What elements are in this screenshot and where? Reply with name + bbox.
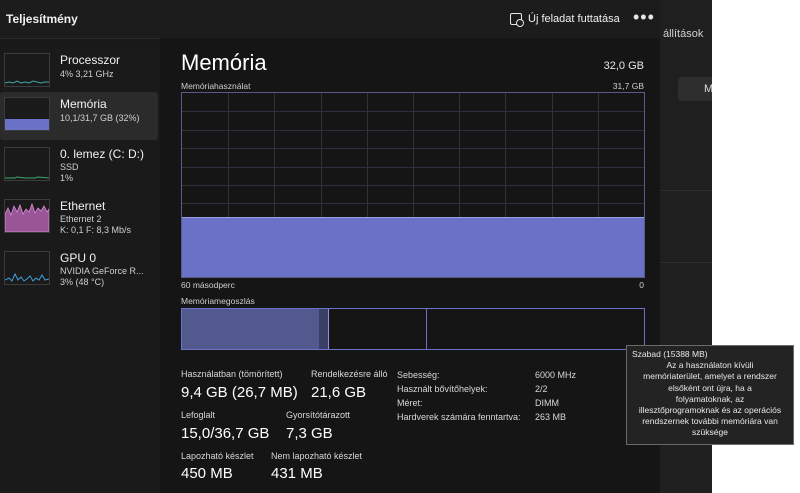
committed-value: 15,0/36,7 GB [181, 425, 270, 442]
cached-label: Gyorsítótárazott [286, 410, 351, 420]
sidebar-item-label: Ethernet [60, 199, 106, 213]
sidebar-item-label: Memória [60, 97, 107, 111]
detail-value-slots: 2/2 [535, 384, 548, 394]
in-use-value: 9,4 GB (26,7 MB) [181, 384, 298, 401]
composition-in-use[interactable] [182, 309, 320, 349]
sidebar-item-detail: K: 0,1 F: 8,3 Mb/s [60, 225, 132, 235]
memory-usage-graph [181, 92, 645, 278]
detail-key-form-factor: Méret: [397, 398, 423, 408]
available-label: Rendelkezésre álló [311, 369, 388, 379]
sidebar-item-gpu[interactable]: GPU 0 NVIDIA GeForce R... 3% (48 °C) [0, 246, 158, 294]
sidebar-item-label: GPU 0 [60, 251, 97, 265]
available-value: 21,6 GB [311, 384, 367, 401]
sidebar-item-memory[interactable]: Memória 10,1/31,7 GB (32%) [0, 92, 158, 140]
sidebar-item-detail: SSD [60, 162, 79, 172]
tooltip-title: Szabad (15388 MB) [632, 349, 708, 359]
background-button: M [678, 77, 712, 101]
detail-value-hardware-reserved: 263 MB [535, 412, 567, 422]
ethernet-thumbnail-graph [4, 199, 50, 233]
more-options-icon[interactable]: ••• [633, 8, 655, 26]
memory-panel: Memória 32,0 GB Memóriahasználat 31,7 GB… [160, 38, 660, 493]
detail-value-form-factor: DIMM [535, 398, 559, 408]
tooltip-line: Az a használaton kívüli [666, 360, 754, 371]
gpu-thumbnail-graph [4, 251, 50, 285]
background-settings-text: állítások [663, 28, 704, 40]
disk-thumbnail-graph [4, 147, 50, 181]
run-task-icon [510, 13, 524, 27]
tooltip-line: folyamatoknak, az [675, 393, 745, 404]
paged-pool-value: 450 MB [181, 465, 233, 482]
tooltip-line: rendszernek további memóriára van [642, 416, 778, 427]
sidebar-item-detail: 3% (48 °C) [60, 277, 105, 287]
sidebar-item-detail: 10,1/31,7 GB (32%) [60, 113, 140, 123]
memory-composition-label: Memóriamegoszlás [181, 296, 255, 306]
tooltip-body: Az a használaton kívüli memóriaterület, … [632, 360, 788, 438]
sidebar-item-detail: 1% [60, 173, 74, 183]
task-manager-window: állítások M Teljesítmény Új feladat futt… [0, 0, 712, 493]
in-use-label: Használatban (tömörített) [181, 369, 283, 379]
detail-key-speed: Sebesség: [397, 370, 440, 380]
run-new-task-label: Új feladat futtatása [528, 13, 620, 25]
paged-pool-label: Lapozható készlet [181, 451, 254, 461]
cpu-thumbnail-graph [4, 53, 50, 87]
memory-usage-fill [182, 217, 644, 277]
sidebar-item-detail: Ethernet 2 [60, 214, 102, 224]
committed-label: Lefoglalt [181, 410, 216, 420]
graph-time-start: 60 másodperc [181, 280, 235, 290]
nonpaged-pool-label: Nem lapozható készlet [271, 451, 363, 461]
detail-key-slots: Használt bővítőhelyek: [397, 384, 488, 394]
run-new-task-button[interactable]: Új feladat futtatása [510, 9, 620, 29]
composition-modified[interactable] [319, 309, 329, 349]
memory-usage-max: 31,7 GB [612, 81, 644, 91]
memory-thumbnail-fill [5, 119, 49, 130]
cached-value: 7,3 GB [286, 425, 333, 442]
memory-composition-bar[interactable] [181, 308, 645, 350]
nonpaged-pool-value: 431 MB [271, 465, 323, 482]
sidebar-item-ethernet[interactable]: Ethernet Ethernet 2 K: 0,1 F: 8,3 Mb/s [0, 194, 158, 242]
window-title: Teljesítmény [6, 12, 78, 26]
resource-sidebar: Processzor 4% 3,21 GHz Memória 10,1/31,7… [0, 46, 160, 493]
free-memory-tooltip: Szabad (15388 MB) Az a használaton kívül… [626, 345, 794, 445]
memory-usage-label: Memóriahasználat [181, 81, 251, 91]
sidebar-item-detail: NVIDIA GeForce R... [60, 266, 144, 276]
sidebar-item-cpu[interactable]: Processzor 4% 3,21 GHz [0, 48, 158, 96]
sidebar-item-label: 0. lemez (C: D:) [60, 147, 145, 161]
graph-time-end: 0 [639, 280, 644, 290]
sidebar-item-label: Processzor [60, 53, 121, 67]
sidebar-item-disk[interactable]: 0. lemez (C: D:) SSD 1% [0, 142, 158, 190]
tooltip-line: illesztőprogramoknak és az operációs [638, 405, 782, 416]
memory-total: 32,0 GB [603, 60, 644, 72]
detail-value-speed: 6000 MHz [535, 370, 577, 380]
page-title: Memória [181, 50, 267, 75]
composition-standby-divider[interactable] [426, 309, 427, 349]
title-bar: Teljesítmény Új feladat futtatása ••• [0, 0, 660, 39]
tooltip-line: elsőként ont újra, ha a [668, 382, 752, 393]
memory-thumbnail-graph [4, 97, 50, 131]
tooltip-line: memóriaterület, amelyet a rendszer [643, 371, 777, 382]
tooltip-line: szüksége [692, 427, 728, 438]
detail-key-hardware-reserved: Hardverek számára fenntartva: [397, 412, 521, 422]
sidebar-item-detail: 4% 3,21 GHz [60, 69, 114, 79]
